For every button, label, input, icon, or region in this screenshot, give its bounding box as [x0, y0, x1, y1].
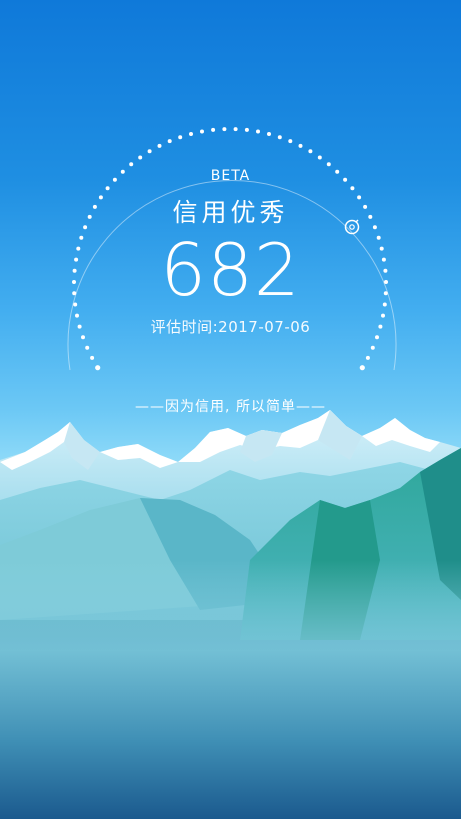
gauge-dot [317, 155, 322, 160]
gauge-dot [157, 143, 162, 148]
gauge-dot [370, 345, 375, 350]
mist-foreground [0, 560, 461, 819]
gauge-dot [277, 135, 282, 140]
gauge-dot [350, 186, 355, 191]
gauge-dot [288, 139, 293, 144]
gauge-dot [211, 127, 216, 132]
credit-level-label: 信用优秀 [172, 198, 289, 227]
gauge-dot [95, 365, 101, 371]
gauge-dot [200, 129, 204, 134]
gauge-dot [138, 155, 143, 160]
slogan-text: ——因为信用, 所以简单—— [135, 399, 326, 415]
gauge-dot [167, 139, 172, 144]
gauge-dot [90, 355, 95, 360]
gauge-dot [85, 345, 90, 350]
gauge-dot [178, 135, 183, 140]
gauge-dot [256, 129, 260, 134]
beta-badge: BETA [210, 168, 251, 184]
gauge-dot [129, 162, 134, 167]
gauge-dot [308, 149, 313, 154]
evaluation-time: 评估时间:2017-07-06 [150, 318, 311, 336]
gauge-dot [147, 149, 152, 154]
gauge-dot [233, 127, 238, 132]
gauge-dot [298, 143, 303, 148]
gauge-dot [222, 127, 227, 132]
gauge-dot [105, 186, 110, 191]
gauge-dot [189, 132, 193, 136]
gauge-dot [359, 365, 365, 371]
info-icon[interactable] [342, 217, 362, 237]
credit-score-value: 682 [160, 228, 301, 312]
gauge-dot [326, 162, 331, 167]
credit-score-screen: BETA 信用优秀 682 评估时间:2017-07-06 ——因为信用, 所以… [0, 0, 461, 819]
gauge-dot [365, 355, 370, 360]
gauge-dot [267, 132, 271, 136]
gauge-dot [244, 127, 249, 132]
